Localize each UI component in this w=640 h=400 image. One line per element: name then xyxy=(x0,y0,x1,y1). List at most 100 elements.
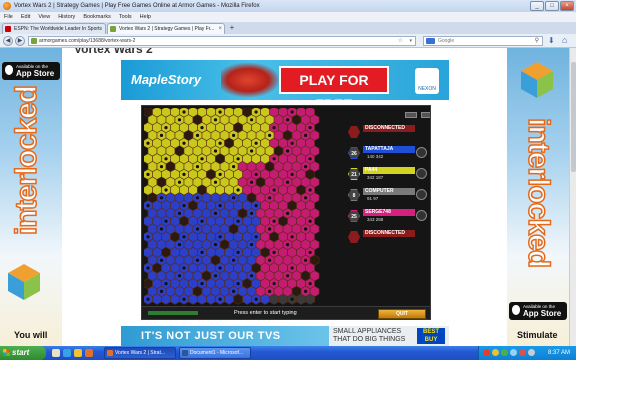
hex-cell[interactable] xyxy=(296,293,306,305)
hex-cell[interactable] xyxy=(278,293,288,305)
chat-prompt[interactable]: Press enter to start typing xyxy=(234,310,297,316)
hex-cell[interactable] xyxy=(233,293,243,305)
unit-marker xyxy=(218,266,222,270)
unit-marker xyxy=(218,141,222,145)
panel-button-1[interactable] xyxy=(405,112,417,118)
hex-cell[interactable] xyxy=(170,293,180,305)
unit-marker xyxy=(182,235,186,239)
hex-cell[interactable] xyxy=(188,293,198,305)
folder-icon[interactable] xyxy=(74,349,82,357)
hex-cell[interactable] xyxy=(269,293,279,305)
left-side-ad[interactable]: Available on the App Store interlocked Y… xyxy=(0,48,62,346)
bookmark-star-icon[interactable]: ☆ xyxy=(398,37,403,45)
unit-marker xyxy=(182,297,186,301)
menu-bookmarks[interactable]: Bookmarks xyxy=(83,12,111,22)
bottom-banner-subtext: SMALL APPLIANCES THAT DO BIG THINGS xyxy=(333,328,405,344)
right-app-store-badge[interactable]: Available on the App Store xyxy=(509,302,567,320)
menu-history[interactable]: History xyxy=(58,12,75,22)
player-name: COMPUTER xyxy=(363,188,415,195)
minimize-icon[interactable]: _ xyxy=(530,1,544,11)
top-banner-ad[interactable]: MapleStory PLAY FOR FREE NEXON xyxy=(121,60,449,100)
unit-marker xyxy=(232,258,236,262)
unit-marker xyxy=(195,196,200,200)
window-titlebar[interactable]: Vortex Wars 2 | Strategy Games | Play Fr… xyxy=(0,0,576,12)
site-identity-icon[interactable] xyxy=(31,38,37,44)
unit-marker xyxy=(159,227,164,231)
volume-icon[interactable] xyxy=(528,349,535,356)
search-icon[interactable]: ⚲ xyxy=(535,37,539,45)
tab-bar: ESPN: The Worldwide Leader In Sports Vor… xyxy=(0,22,576,34)
right-side-ad[interactable]: interlocked Available on the App Store S… xyxy=(507,48,569,346)
url-bar[interactable]: armorgames.com/play/13688/vortex-wars-2 … xyxy=(28,36,416,46)
maximize-icon[interactable]: □ xyxy=(545,1,559,11)
taskbar-item-firefox[interactable]: Vortex Wars 2 | Strat... xyxy=(104,347,176,359)
unit-marker xyxy=(290,141,294,145)
player-territory-count: 8 xyxy=(348,189,360,201)
unit-marker xyxy=(146,204,150,208)
menu-edit[interactable]: Edit xyxy=(21,12,30,22)
menu-tools[interactable]: Tools xyxy=(119,12,132,22)
menu-help[interactable]: Help xyxy=(140,12,151,22)
tray-icon-3[interactable] xyxy=(501,349,508,356)
hex-cell[interactable] xyxy=(161,293,171,305)
unit-marker xyxy=(213,118,218,122)
google-engine-icon[interactable] xyxy=(426,38,435,44)
right-ad-brand: interlocked xyxy=(521,117,556,268)
tab-close-icon[interactable]: × xyxy=(218,24,222,34)
tab-espn[interactable]: ESPN: The Worldwide Leader In Sports xyxy=(2,23,106,34)
hex-cell[interactable] xyxy=(260,293,270,305)
unit-marker xyxy=(236,188,240,192)
tray-icon-5[interactable] xyxy=(519,349,526,356)
window-title: Vortex Wars 2 | Strategy Games | Play Fr… xyxy=(14,3,260,9)
tab-vortex-wars[interactable]: Vortex Wars 2 | Strategy Games | Play Fr… xyxy=(107,23,225,34)
hex-cell[interactable] xyxy=(242,293,252,305)
taskbar-item-word[interactable]: Document1 - Microsof... xyxy=(179,347,251,359)
back-icon[interactable]: ◀ xyxy=(3,36,13,46)
task-label: Vortex Wars 2 | Strat... xyxy=(115,350,166,356)
menu-file[interactable]: File xyxy=(4,12,13,22)
panel-button-2[interactable] xyxy=(421,112,430,118)
left-ad-caption: You will xyxy=(14,330,48,340)
navigation-bar: ◀ ▶ armorgames.com/play/13688/vortex-war… xyxy=(0,34,576,48)
new-tab-icon[interactable]: + xyxy=(227,24,237,33)
hex-cell[interactable] xyxy=(197,293,207,305)
quit-button[interactable]: QUIT xyxy=(378,309,426,319)
player-name: DISCONNECTED xyxy=(363,125,415,132)
tray-icon-1[interactable] xyxy=(483,349,490,356)
tray-icon-2[interactable] xyxy=(492,349,499,356)
close-icon[interactable]: × xyxy=(560,1,574,11)
unit-marker xyxy=(232,289,236,293)
scrollbar-thumb[interactable] xyxy=(571,62,576,172)
url-dropdown-icon[interactable]: ▾ xyxy=(409,37,412,45)
home-icon[interactable]: ⌂ xyxy=(562,35,567,45)
search-bar[interactable]: Google ⚲ xyxy=(423,36,543,46)
firefox-quicklaunch-icon[interactable] xyxy=(85,349,93,357)
downloads-icon[interactable]: ⬇ xyxy=(548,36,555,45)
menu-view[interactable]: View xyxy=(38,12,50,22)
system-clock: 8:37 AM xyxy=(547,350,570,356)
start-button[interactable]: start xyxy=(0,346,46,360)
hex-cell[interactable] xyxy=(305,293,315,305)
game-canvas[interactable]: DISCONNECTED 26 TAPATTAJA 140 342 21 PA44 342 … xyxy=(141,105,431,320)
hex-cell[interactable] xyxy=(224,293,234,305)
show-desktop-icon[interactable] xyxy=(52,349,60,357)
play-for-free-button[interactable]: PLAY FOR FREE xyxy=(279,66,389,100)
unit-marker xyxy=(268,227,272,231)
player-name: TAPATTAJA xyxy=(363,146,415,153)
ie-icon[interactable] xyxy=(63,349,71,357)
page-scrollbar[interactable] xyxy=(569,48,576,346)
tray-icon-4[interactable] xyxy=(510,349,517,356)
unit-marker xyxy=(213,180,218,184)
menu-bar: File Edit View History Bookmarks Tools H… xyxy=(0,12,576,22)
right-ad-caption: Stimulate xyxy=(517,330,558,340)
player-row: 25 SERGE748 343 288 xyxy=(345,208,429,224)
player-avatar xyxy=(416,147,427,158)
unit-marker xyxy=(164,282,168,286)
left-app-store-badge[interactable]: Available on the App Store xyxy=(2,62,60,80)
player-territory-count xyxy=(348,231,360,243)
hex-cell[interactable] xyxy=(206,293,216,305)
forward-icon[interactable]: ▶ xyxy=(15,36,25,46)
hex-cell[interactable] xyxy=(152,293,162,305)
bottom-banner-ad[interactable]: IT'S NOT JUST OUR TVS SMALL APPLIANCES T… xyxy=(121,326,449,346)
hex-map[interactable] xyxy=(144,108,342,308)
